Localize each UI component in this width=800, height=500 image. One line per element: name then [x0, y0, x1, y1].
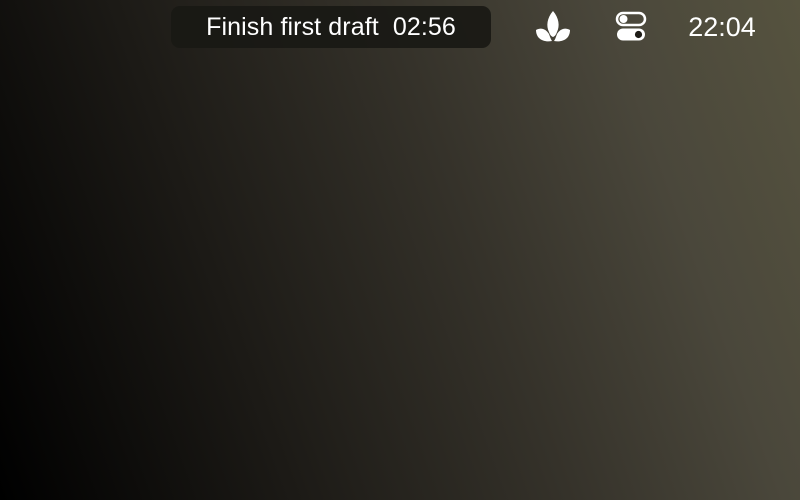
- control-center-icon[interactable]: [611, 10, 651, 44]
- focus-session-pill[interactable]: Finish first draft 02:56: [171, 6, 491, 48]
- focus-task-label: Finish first draft: [206, 12, 379, 41]
- focus-timer: 02:56: [392, 12, 456, 41]
- menu-bar: Finish first draft 02:56 22:04: [0, 0, 800, 54]
- menubar-clock[interactable]: 22:04: [676, 10, 768, 44]
- lotus-icon[interactable]: [532, 8, 574, 46]
- control-center-icon-graphic: [615, 11, 647, 41]
- lotus-icon-graphic: [536, 11, 570, 42]
- desktop-wallpaper: Finish first draft 02:56 22:04: [0, 0, 800, 500]
